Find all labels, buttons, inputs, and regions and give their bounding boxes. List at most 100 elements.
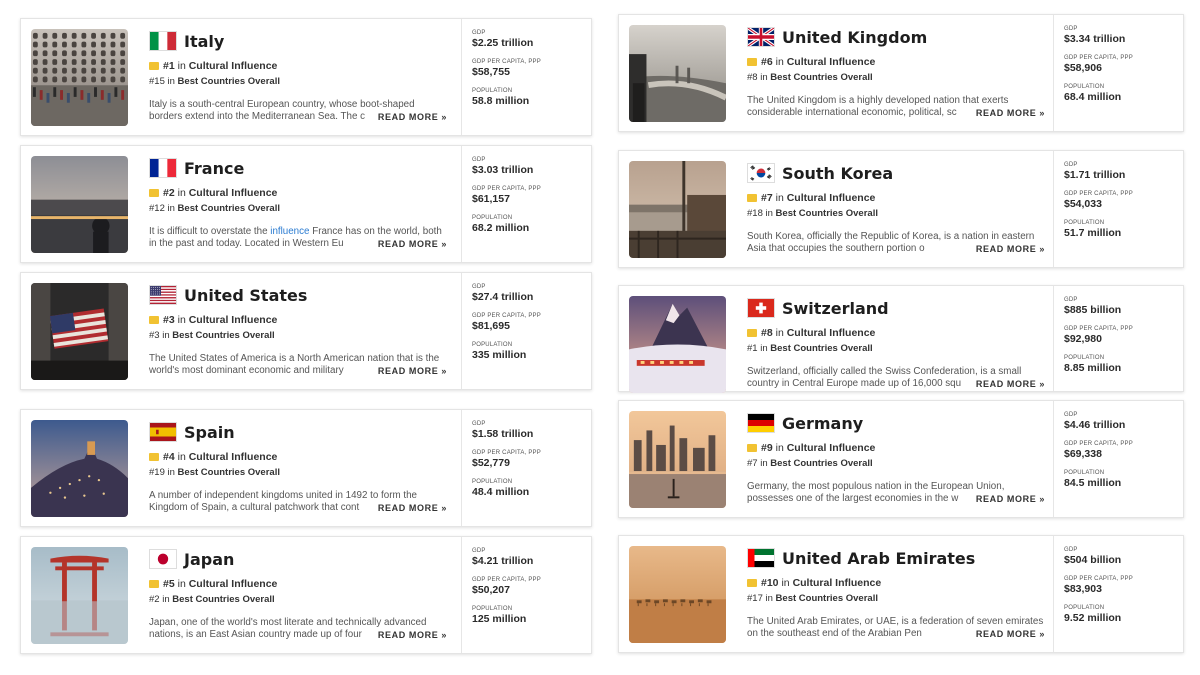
cultural-rank-label[interactable]: Cultural Influence [189, 314, 278, 326]
stats-panel: GDP $2.25 trillion GDP PER CAPITA, PPP $… [461, 19, 591, 135]
ranking-badge-icon [149, 316, 159, 324]
cultural-rank-label[interactable]: Cultural Influence [189, 60, 278, 72]
read-more-link[interactable]: READ MORE » [959, 243, 1045, 255]
overall-rank-label[interactable]: Best Countries Overall [770, 72, 872, 83]
paris-photo[interactable] [31, 156, 128, 253]
overall-rank-label[interactable]: Best Countries Overall [770, 343, 872, 354]
population-value: 68.2 million [472, 222, 530, 234]
in-label: in [162, 594, 170, 605]
cultural-rank-label[interactable]: Cultural Influence [787, 192, 876, 204]
overall-rank-label[interactable]: Best Countries Overall [776, 593, 878, 604]
description-text: It is difficult to overstate the [149, 226, 271, 237]
cultural-influence-rank: #1 in Cultural Influence [149, 60, 449, 72]
gdp-per-capita-value: $81,695 [472, 320, 510, 332]
cultural-influence-rank: #10 in Cultural Influence [747, 577, 1047, 589]
read-more-link[interactable]: READ MORE » [361, 111, 447, 123]
country-name[interactable]: Germany [782, 414, 863, 433]
overall-rank: #8 in Best Countries Overall [747, 72, 1047, 83]
ranking-badge-icon [747, 579, 757, 587]
read-more-link[interactable]: READ MORE » [361, 365, 447, 377]
cultural-rank-label[interactable]: Cultural Influence [787, 56, 876, 68]
read-more-link[interactable]: READ MORE » [361, 629, 447, 641]
gdp-per-capita-value: $58,755 [472, 66, 510, 78]
country-card-germany[interactable]: Germany #9 in Cultural Influence #7 in B… [618, 400, 1184, 518]
cultural-influence-rank: #8 in Cultural Influence [747, 327, 1047, 339]
read-more-link[interactable]: READ MORE » [959, 628, 1045, 640]
gdp-per-capita-value: $54,033 [1064, 198, 1102, 210]
cultural-rank-label[interactable]: Cultural Influence [793, 577, 882, 589]
overall-rank-number: #7 [747, 458, 758, 469]
read-more-link[interactable]: READ MORE » [959, 378, 1045, 390]
matterhorn-photo[interactable] [629, 296, 726, 393]
population-value: 68.4 million [1064, 91, 1122, 103]
country-name[interactable]: France [184, 159, 244, 178]
cultural-rank-label[interactable]: Cultural Influence [189, 578, 278, 590]
gdp-per-capita-label: GDP PER CAPITA, PPP [472, 313, 541, 319]
seoul-photo[interactable] [629, 161, 726, 258]
overall-rank-label[interactable]: Best Countries Overall [172, 330, 274, 341]
overall-rank-label[interactable]: Best Countries Overall [178, 467, 280, 478]
read-more-link[interactable]: READ MORE » [361, 502, 447, 514]
gdp-per-capita-label: GDP PER CAPITA, PPP [472, 186, 541, 192]
gdp-per-capita-value: $69,338 [1064, 448, 1102, 460]
country-name[interactable]: Japan [184, 550, 234, 569]
ranking-badge-icon [149, 580, 159, 588]
wall-street-photo[interactable] [31, 283, 128, 380]
description-link[interactable]: influence [270, 226, 309, 237]
overall-rank-number: #15 [149, 76, 165, 87]
country-name[interactable]: United Arab Emirates [782, 549, 975, 568]
stats-panel: GDP $1.58 trillion GDP PER CAPITA, PPP $… [461, 410, 591, 526]
spanish-town-photo[interactable] [31, 420, 128, 517]
read-more-link[interactable]: READ MORE » [361, 238, 447, 250]
frankfurt-photo[interactable] [629, 411, 726, 508]
country-name[interactable]: United States [184, 286, 307, 305]
population-value: 48.4 million [472, 486, 530, 498]
london-photo[interactable] [629, 25, 726, 122]
cultural-influence-rank: #3 in Cultural Influence [149, 314, 449, 326]
cultural-rank-number: #4 [163, 451, 175, 463]
in-label: in [162, 330, 170, 341]
gdp-per-capita-label: GDP PER CAPITA, PPP [1064, 576, 1133, 582]
cultural-rank-label[interactable]: Cultural Influence [787, 327, 876, 339]
country-card-switzerland[interactable]: Switzerland #8 in Cultural Influence #1 … [618, 285, 1184, 393]
country-card-united-arab-emirates[interactable]: United Arab Emirates #10 in Cultural Inf… [618, 535, 1184, 653]
ranking-badge-icon [747, 444, 757, 452]
read-more-link[interactable]: READ MORE » [959, 107, 1045, 119]
country-card-japan[interactable]: Japan #5 in Cultural Influence #2 in Bes… [20, 536, 592, 654]
country-name[interactable]: United Kingdom [782, 28, 927, 47]
country-card-united-kingdom[interactable]: United Kingdom #6 in Cultural Influence … [618, 14, 1184, 132]
country-card-france[interactable]: France #2 in Cultural Influence #12 in B… [20, 145, 592, 263]
country-name[interactable]: South Korea [782, 164, 893, 183]
ranking-badge-icon [747, 194, 757, 202]
population-value: 125 million [472, 613, 527, 625]
cultural-rank-label[interactable]: Cultural Influence [189, 187, 278, 199]
overall-rank-label[interactable]: Best Countries Overall [172, 594, 274, 605]
cultural-rank-number: #3 [163, 314, 175, 326]
in-label: in [177, 187, 186, 199]
stats-panel: GDP $3.03 trillion GDP PER CAPITA, PPP $… [461, 146, 591, 262]
in-label: in [177, 60, 186, 72]
venice-photo[interactable] [31, 29, 128, 126]
gdp-label: GDP [472, 421, 486, 427]
stats-panel: GDP $1.71 trillion GDP PER CAPITA, PPP $… [1053, 151, 1183, 267]
overall-rank-label[interactable]: Best Countries Overall [178, 203, 280, 214]
country-card-italy[interactable]: Italy #1 in Cultural Influence #15 in Be… [20, 18, 592, 136]
overall-rank-label[interactable]: Best Countries Overall [776, 208, 878, 219]
country-card-spain[interactable]: Spain #4 in Cultural Influence #19 in Be… [20, 409, 592, 527]
population-label: POPULATION [1064, 220, 1105, 226]
population-label: POPULATION [472, 479, 513, 485]
overall-rank-label[interactable]: Best Countries Overall [770, 458, 872, 469]
country-name[interactable]: Switzerland [782, 299, 889, 318]
cultural-rank-label[interactable]: Cultural Influence [787, 442, 876, 454]
overall-rank-number: #2 [149, 594, 160, 605]
desert-caravan-photo[interactable] [629, 546, 726, 643]
country-name[interactable]: Italy [184, 32, 224, 51]
country-card-south-korea[interactable]: South Korea #7 in Cultural Influence #18… [618, 150, 1184, 268]
overall-rank-label[interactable]: Best Countries Overall [178, 76, 280, 87]
country-name[interactable]: Spain [184, 423, 235, 442]
cultural-rank-number: #2 [163, 187, 175, 199]
cultural-rank-label[interactable]: Cultural Influence [189, 451, 278, 463]
torii-gate-photo[interactable] [31, 547, 128, 644]
country-card-united-states[interactable]: United States #3 in Cultural Influence #… [20, 272, 592, 390]
read-more-link[interactable]: READ MORE » [959, 493, 1045, 505]
